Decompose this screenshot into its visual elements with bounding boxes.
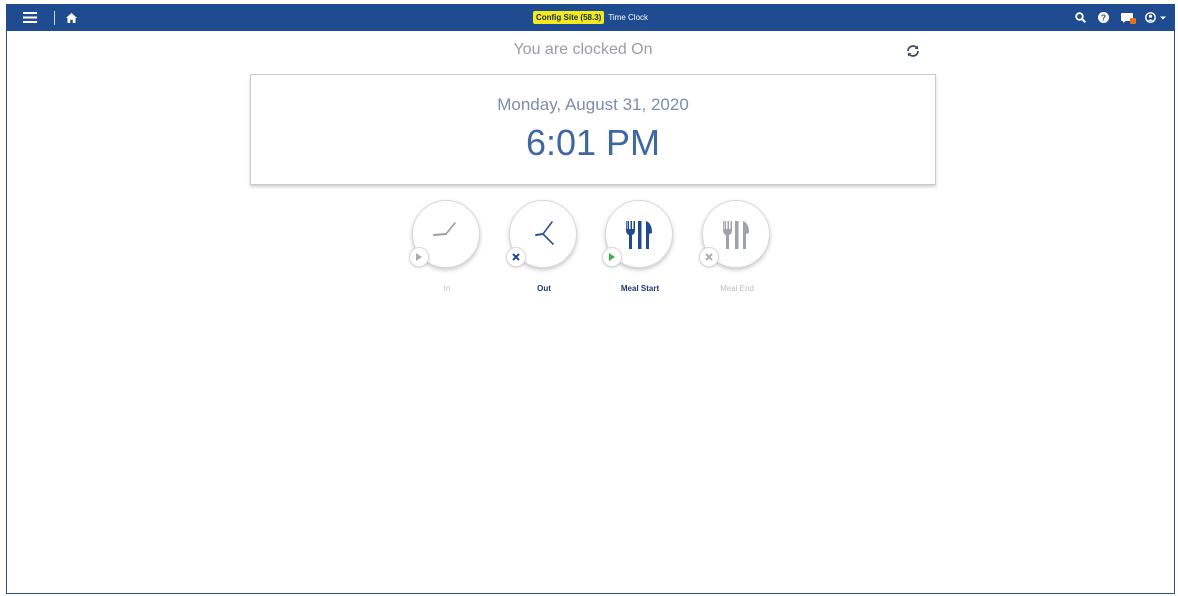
- meal-start-label: Meal Start: [620, 284, 660, 293]
- notification-badge: [1130, 18, 1136, 24]
- home-icon[interactable]: [62, 4, 80, 31]
- close-icon: [506, 247, 526, 267]
- page-title-area: Config Site (58.3) Time Clock: [6, 4, 1175, 31]
- clock-out-icon: [535, 221, 554, 245]
- header-actions: ?: [1075, 4, 1167, 31]
- utensils-icon: [723, 221, 749, 249]
- user-icon[interactable]: [1145, 4, 1167, 31]
- play-icon: [602, 247, 622, 267]
- notifications-icon[interactable]: [1121, 4, 1136, 31]
- utensils-icon: [626, 221, 652, 249]
- search-icon[interactable]: [1075, 4, 1086, 31]
- page-title: Time Clock: [608, 13, 649, 22]
- meal-end-label: Meal End: [720, 284, 754, 293]
- menu-icon[interactable]: [20, 4, 40, 31]
- current-time-panel: Monday, August 31, 2020 6:01 PM: [250, 74, 936, 185]
- refresh-icon[interactable]: [904, 42, 922, 60]
- top-navigation-bar: Config Site (58.3) Time Clock ?: [6, 4, 1175, 31]
- close-icon: [699, 247, 719, 267]
- punch-in-label: In: [443, 284, 451, 293]
- clock-in-icon: [433, 222, 456, 236]
- toolbar-divider: [54, 11, 55, 25]
- punch-out-label: Out: [537, 284, 551, 293]
- svg-text:?: ?: [1101, 13, 1106, 23]
- current-time: 6:01 PM: [525, 122, 661, 163]
- play-icon: [409, 247, 429, 267]
- clock-status-text: You are clocked On: [513, 41, 653, 58]
- current-date: Monday, August 31, 2020: [497, 95, 689, 114]
- site-badge[interactable]: Config Site (58.3): [532, 11, 605, 24]
- help-icon[interactable]: ?: [1098, 4, 1109, 31]
